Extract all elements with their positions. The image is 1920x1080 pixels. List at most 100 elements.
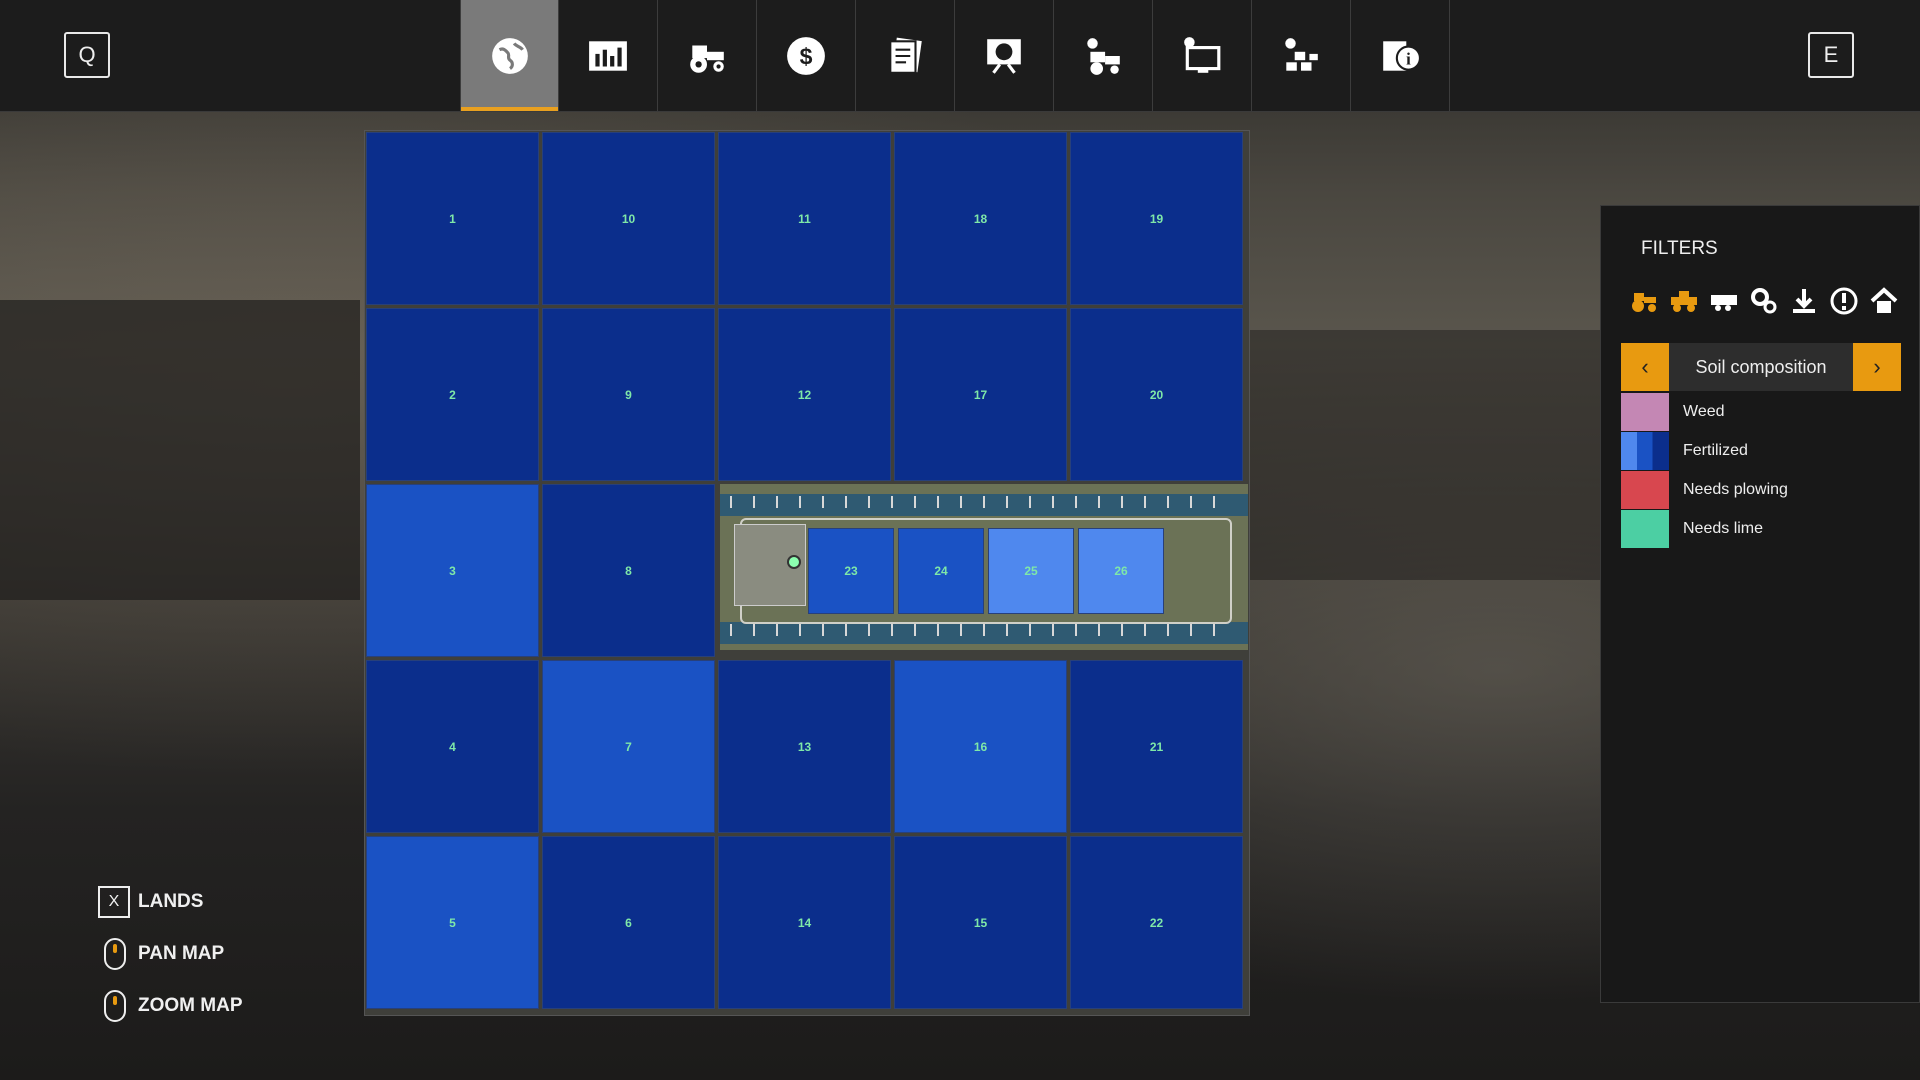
- fence-post: [1167, 624, 1169, 636]
- tab-help[interactable]: i: [1351, 0, 1450, 111]
- fence-post: [1006, 496, 1008, 508]
- farmhouse-filter-icon[interactable]: [1867, 284, 1901, 318]
- field-6[interactable]: 6: [542, 836, 715, 1009]
- selector-value: Soil composition: [1695, 356, 1827, 377]
- filter-icon-row: [1627, 284, 1901, 318]
- fence-post: [1144, 496, 1146, 508]
- mouse-wheel-icon: [104, 990, 126, 1022]
- fence-post: [1029, 624, 1031, 636]
- tab-vehicles[interactable]: [658, 0, 757, 111]
- field-8[interactable]: 8: [542, 484, 715, 657]
- field-7[interactable]: 7: [542, 660, 715, 833]
- field-22[interactable]: 22: [1070, 836, 1243, 1009]
- prev-tab-key-q[interactable]: Q: [64, 32, 110, 78]
- field-1[interactable]: 1: [366, 132, 539, 305]
- field-24[interactable]: 24: [898, 528, 984, 614]
- legend-swatch: [1621, 431, 1669, 470]
- field-11[interactable]: 11: [718, 132, 891, 305]
- field-21[interactable]: 21: [1070, 660, 1243, 833]
- player-position-marker: [787, 555, 801, 569]
- tab-finances[interactable]: $: [757, 0, 856, 111]
- legend-label: Needs plowing: [1683, 480, 1788, 498]
- field-16[interactable]: 16: [894, 660, 1067, 833]
- field-18[interactable]: 18: [894, 132, 1067, 305]
- legend-item-fertilized[interactable]: Fertilized: [1621, 431, 1788, 470]
- filters-panel: FILTERS ‹ Soil composition › Weed Fertil…: [1600, 205, 1920, 1003]
- background-treeline: [1250, 330, 1600, 580]
- hint-lands[interactable]: X LANDS: [98, 876, 243, 928]
- fence-post: [1190, 624, 1192, 636]
- fence-post: [1098, 624, 1100, 636]
- field-15[interactable]: 15: [894, 836, 1067, 1009]
- field-13[interactable]: 13: [718, 660, 891, 833]
- tractor-icon: [690, 45, 724, 73]
- fence-post: [822, 624, 824, 636]
- fence-post: [960, 496, 962, 508]
- fence-post: [868, 624, 870, 636]
- legend-item-needs-plowing[interactable]: Needs plowing: [1621, 470, 1788, 509]
- fence-post: [914, 624, 916, 636]
- fence-bottom: [720, 622, 1248, 644]
- fence-post: [845, 496, 847, 508]
- background-farm-buildings: [0, 300, 360, 600]
- fence-post: [937, 624, 939, 636]
- field-26[interactable]: 26: [1078, 528, 1164, 614]
- tab-vehicle-settings[interactable]: [1054, 0, 1153, 111]
- fence-post: [983, 624, 985, 636]
- fence-post: [822, 496, 824, 508]
- fence-post: [753, 624, 755, 636]
- fence-post: [1190, 496, 1192, 508]
- field-14[interactable]: 14: [718, 836, 891, 1009]
- fence-post: [1213, 624, 1215, 636]
- fence-post: [776, 496, 778, 508]
- legend-swatch: [1621, 509, 1669, 548]
- fence-post: [1052, 624, 1054, 636]
- legend-item-needs-lime[interactable]: Needs lime: [1621, 509, 1788, 548]
- control-hints: X LANDS PAN MAP ZOOM MAP: [98, 876, 243, 1032]
- tools-filter-icon[interactable]: [1747, 284, 1781, 318]
- field-19[interactable]: 19: [1070, 132, 1243, 305]
- selector-next-button[interactable]: ›: [1853, 343, 1901, 391]
- selector-prev-button[interactable]: ‹: [1621, 343, 1669, 391]
- tractor-filter-icon[interactable]: [1627, 284, 1661, 318]
- field-23[interactable]: 23: [808, 528, 894, 614]
- fence-post: [730, 624, 732, 636]
- tab-production[interactable]: [1252, 0, 1351, 111]
- dollar-icon: $: [787, 36, 825, 75]
- field-12[interactable]: 12: [718, 308, 891, 481]
- field-2[interactable]: 2: [366, 308, 539, 481]
- globe-icon: [491, 37, 528, 74]
- legend-label: Weed: [1683, 402, 1725, 420]
- help-info-icon: i: [1383, 40, 1421, 71]
- fence-post: [891, 624, 893, 636]
- fence-post: [983, 496, 985, 508]
- hint-label: LANDS: [138, 891, 204, 912]
- tab-map[interactable]: [460, 0, 559, 111]
- tab-statistics[interactable]: [559, 0, 658, 111]
- next-tab-key-e[interactable]: E: [1808, 32, 1854, 78]
- tab-prices[interactable]: [955, 0, 1054, 111]
- field-5[interactable]: 5: [366, 836, 539, 1009]
- field-4[interactable]: 4: [366, 660, 539, 833]
- sell-point-filter-icon[interactable]: [1787, 284, 1821, 318]
- field-10[interactable]: 10: [542, 132, 715, 305]
- map-overlay-selector[interactable]: ‹ Soil composition ›: [1621, 343, 1901, 391]
- hint-label: PAN MAP: [138, 943, 225, 964]
- farmhouse-yard[interactable]: [734, 524, 806, 606]
- tab-contracts[interactable]: [856, 0, 955, 111]
- harvester-filter-icon[interactable]: [1667, 284, 1701, 318]
- field-3[interactable]: 3: [366, 484, 539, 657]
- legend-item-weed[interactable]: Weed: [1621, 392, 1788, 431]
- trailer-filter-icon[interactable]: [1707, 284, 1741, 318]
- field-9[interactable]: 9: [542, 308, 715, 481]
- tab-general-settings[interactable]: [1153, 0, 1252, 111]
- farmyard-area[interactable]: [720, 484, 1248, 650]
- contracts-icon: [889, 37, 922, 74]
- field-20[interactable]: 20: [1070, 308, 1243, 481]
- warning-filter-icon[interactable]: [1827, 284, 1861, 318]
- legend-label: Fertilized: [1683, 441, 1748, 459]
- fence-post: [1121, 624, 1123, 636]
- field-17[interactable]: 17: [894, 308, 1067, 481]
- field-25[interactable]: 25: [988, 528, 1074, 614]
- fence-post: [1029, 496, 1031, 508]
